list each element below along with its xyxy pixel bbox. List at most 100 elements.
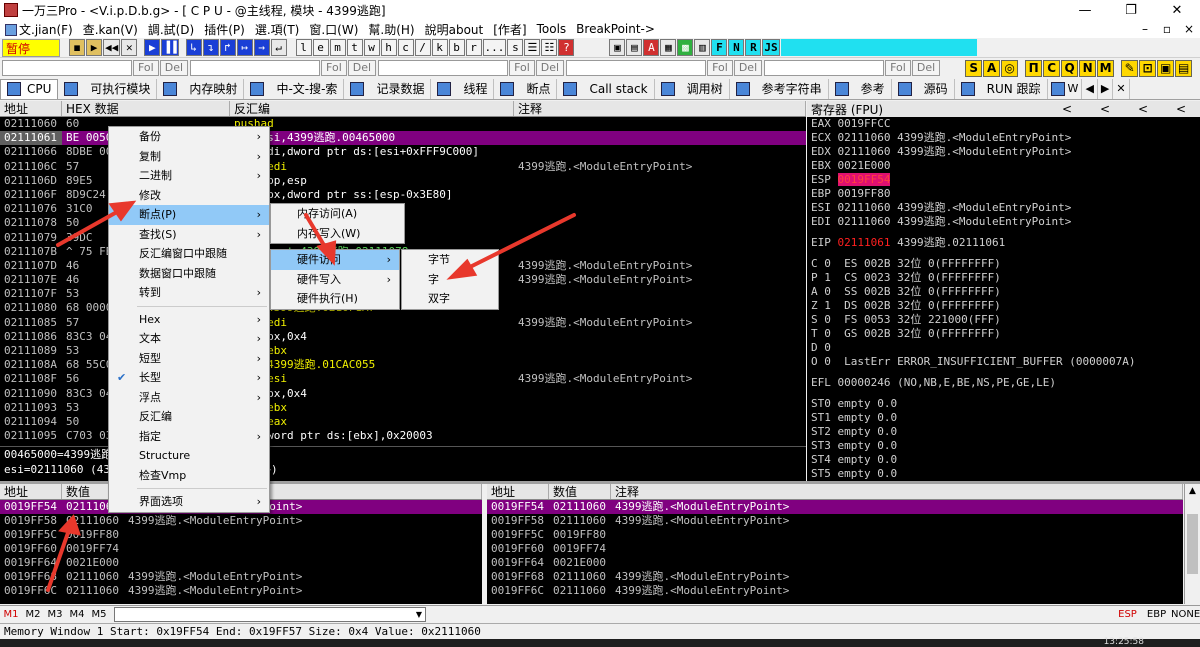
esp-button[interactable]: ESP [1113, 609, 1142, 620]
menu-item[interactable]: Structure [109, 446, 269, 466]
register-line[interactable]: EDI 02111060 4399逃跑.<ModuleEntryPoint> [807, 215, 1200, 229]
m4-button[interactable]: M4 [66, 609, 88, 620]
chevron-down-icon[interactable]: ▼ [413, 608, 425, 621]
minimize-button[interactable]: — [1062, 3, 1108, 18]
stack-row[interactable]: 0019FF68 02111060 4399逃跑.<ModuleEntryPoint… [487, 570, 1183, 584]
menu-item[interactable]: 硬件写入 › [271, 270, 399, 290]
scroll-up-icon[interactable]: ▲ [1185, 484, 1200, 498]
m3-button[interactable]: M3 [44, 609, 66, 620]
callstack-button[interactable]: k [431, 39, 448, 56]
a-button[interactable]: A [983, 59, 1001, 77]
s-button[interactable]: S [965, 59, 983, 77]
register-line[interactable]: S 0 FS 0053 32位 221000(FFF) [807, 313, 1200, 327]
stack-row[interactable]: 0019FF64 0021E000 [0, 556, 482, 570]
col-address[interactable]: 地址 [0, 484, 62, 499]
follow-button-2[interactable]: Fol [321, 60, 347, 76]
scroll-thumb[interactable] [1187, 514, 1198, 574]
help-icon[interactable]: ? [558, 39, 575, 56]
register-line[interactable]: EDX 02111060 4399逃跑.<ModuleEntryPoint> [807, 145, 1200, 159]
register-line[interactable]: EFL 00000246 (NO,NB,E,BE,NS,PE,GE,LE) [807, 376, 1200, 390]
register-line[interactable]: EAX 0019FFCC [807, 117, 1200, 131]
col-value[interactable]: 数值 [549, 484, 611, 499]
menu-item[interactable]: 断点(P) › [109, 205, 269, 225]
register-line[interactable]: P 1 CS 0023 32位 0(FFFFFFFF) [807, 271, 1200, 285]
menu-view[interactable]: 查.kan(V) [78, 21, 143, 38]
tab-scroll-left[interactable]: ◀ [1082, 78, 1098, 99]
window-icon[interactable]: ▣ [1157, 59, 1175, 77]
tab-breakpoints[interactable]: 断点 [494, 78, 558, 99]
menu-about[interactable]: 說明about [420, 21, 489, 38]
menu-item[interactable]: 内存访问(A) [271, 204, 404, 224]
register-line[interactable]: ST0 empty 0.0 [807, 397, 1200, 411]
follow-button-4[interactable]: Fol [707, 60, 733, 76]
delete-button-1[interactable]: Del [159, 60, 189, 76]
threads-button[interactable]: t [346, 39, 363, 56]
open-icon[interactable]: ◼ [69, 39, 85, 56]
tab-references[interactable]: 参考 [829, 78, 892, 99]
menu-item[interactable]: 反汇编 [109, 407, 269, 427]
options-icon[interactable]: ☷ [541, 39, 558, 56]
menu-item[interactable]: 硬件访问 › [271, 250, 399, 270]
register-line[interactable]: ESI 02111060 4399逃跑.<ModuleEntryPoint> [807, 201, 1200, 215]
register-line[interactable]: A 0 SS 002B 32位 0(FFFFFFFF) [807, 285, 1200, 299]
register-line[interactable]: D 0 [807, 341, 1200, 355]
windows-button[interactable]: w [363, 39, 380, 56]
register-line[interactable]: T 0 GS 002B 32位 0(FFFFFFFF) [807, 327, 1200, 341]
follow-button-1[interactable]: Fol [133, 60, 159, 76]
menu-item[interactable]: Hex › [109, 310, 269, 330]
register-line[interactable]: ST1 empty 0.0 [807, 411, 1200, 425]
stack-row[interactable]: 0019FF54 02111060 4399逃跑.<ModuleEntryPoint… [487, 500, 1183, 514]
m5-button[interactable]: M5 [88, 609, 110, 620]
run-trace-button[interactable]: ... [482, 39, 507, 56]
r-button[interactable]: R [745, 39, 762, 56]
follow-button-3[interactable]: Fol [509, 60, 535, 76]
reg-nav-3[interactable]: < [1124, 102, 1162, 116]
menu-item[interactable]: 文本 › [109, 329, 269, 349]
cpu-button[interactable]: c [397, 39, 414, 56]
register-line[interactable]: EIP 02111061 4399逃跑.02111061 [807, 236, 1200, 250]
reg-nav-1[interactable]: < [1048, 102, 1086, 116]
register-line[interactable]: Z 1 DS 002B 32位 0(FFFFFFFF) [807, 299, 1200, 313]
command-input[interactable]: ▼ [114, 607, 426, 622]
delete-button-3[interactable]: Del [535, 60, 565, 76]
breakpoints-button[interactable]: b [448, 39, 465, 56]
plugin1-icon[interactable]: ▣ [609, 39, 626, 56]
menu-file[interactable]: 文.jian(F) [0, 21, 78, 38]
address-field-2[interactable] [190, 60, 321, 76]
modules-button[interactable]: e [312, 39, 329, 56]
step-over-icon[interactable]: ↴ [202, 39, 219, 56]
address-field-4[interactable] [566, 60, 707, 76]
execute-till-return-icon[interactable]: → [253, 39, 270, 56]
stack-row[interactable]: 0019FF6C 02111060 4399逃跑.<ModuleEntryPoint… [487, 584, 1183, 598]
tab-run-trace[interactable]: RUN 跟踪 [955, 78, 1048, 99]
references-button[interactable]: r [465, 39, 482, 56]
m2-button[interactable]: M2 [22, 609, 44, 620]
menu-breakpoint[interactable]: BreakPoint-> [571, 22, 660, 36]
menu-item[interactable]: 查找(S) › [109, 225, 269, 245]
tab-threads[interactable]: 线程 [431, 78, 495, 99]
f-button[interactable]: F [711, 39, 728, 56]
menu-item[interactable]: 修改 [109, 186, 269, 206]
grid-icon[interactable]: ▤ [1175, 59, 1193, 77]
trace-into-icon[interactable]: ↱ [219, 39, 236, 56]
mdi-close-button[interactable]: × [1178, 22, 1200, 36]
menu-item[interactable]: 转到 › [109, 283, 269, 303]
menu-window[interactable]: 窗.口(W) [304, 21, 363, 38]
register-line[interactable]: ST2 empty 0.0 [807, 425, 1200, 439]
pi-button[interactable]: Π [1025, 59, 1043, 77]
eip-value[interactable]: 02111061 [838, 236, 891, 249]
col-hex[interactable]: HEX 数据 [62, 101, 230, 116]
m1-button[interactable]: M1 [0, 609, 22, 620]
delete-button-5[interactable]: Del [911, 60, 941, 76]
n-yellow-button[interactable]: N [1079, 59, 1097, 77]
address-field-1[interactable] [2, 60, 132, 76]
col-comment[interactable]: 注释 [514, 101, 806, 116]
menu-item[interactable]: 复制 › [109, 147, 269, 167]
address-field-3[interactable] [378, 60, 509, 76]
menu-item[interactable]: 反汇编窗口中跟随 [109, 244, 269, 264]
frame-icon[interactable]: ⊡ [1139, 59, 1157, 77]
patches-button[interactable]: / [414, 39, 431, 56]
menu-item[interactable]: 长型 ✔ › [109, 368, 269, 388]
register-line[interactable]: C 0 ES 002B 32位 0(FFFFFFFF) [807, 257, 1200, 271]
stack-pane-2[interactable]: 地址 数值 注释 0019FF54 02111060 4399逃跑.<ModuleE… [487, 484, 1183, 604]
